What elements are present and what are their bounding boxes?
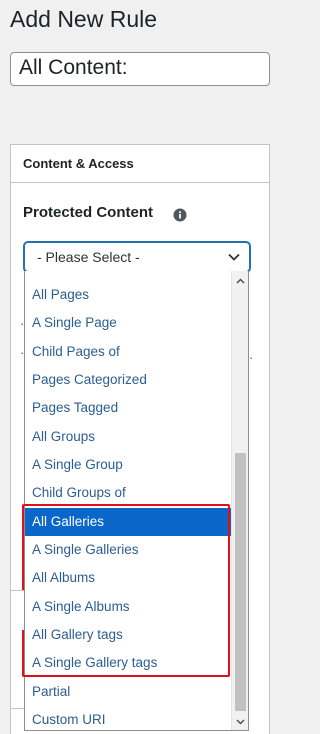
dropdown-option[interactable]: Pages Categorized xyxy=(25,366,232,394)
info-circle-icon[interactable] xyxy=(173,208,187,222)
dropdown-option[interactable]: A Single Gallery tags xyxy=(25,649,232,677)
chevron-down-icon xyxy=(228,253,240,261)
dropdown-option[interactable]: A Single Page xyxy=(25,309,232,337)
dropdown-option[interactable]: A Single Group xyxy=(25,451,232,479)
dropdown-option[interactable]: All Pages xyxy=(25,281,232,309)
dropdown-option-selected[interactable]: All Galleries xyxy=(25,507,232,536)
dropdown-option[interactable]: Child Pages of xyxy=(25,338,232,366)
dropdown-option[interactable]: Pages Tagged xyxy=(25,394,232,422)
page-title: Add New Rule xyxy=(10,6,158,32)
select-value: - Please Select - xyxy=(37,249,140,265)
dropdown-option[interactable]: All Groups xyxy=(25,423,232,451)
protected-content-label: Protected Content xyxy=(23,204,154,221)
hidden-content-fragment: · xyxy=(249,350,254,365)
postbox-header[interactable]: Content & Access xyxy=(11,145,269,183)
scrollbar-thumb[interactable] xyxy=(235,453,246,711)
dropdown-option[interactable]: Child Groups of xyxy=(25,479,232,507)
scroll-up-arrow-icon[interactable] xyxy=(236,278,245,284)
background-postbox-edge xyxy=(10,708,24,734)
dropdown-option[interactable]: A Single Galleries xyxy=(25,536,232,564)
dropdown-list: All Pages A Single Page Child Pages of P… xyxy=(25,281,232,730)
background-postbox-edge xyxy=(10,590,24,630)
protected-content-dropdown[interactable]: All Pages A Single Page Child Pages of P… xyxy=(24,271,249,731)
dropdown-option[interactable]: All Albums xyxy=(25,564,232,592)
rule-title-input[interactable]: All Content: xyxy=(10,52,270,86)
dropdown-scrollbar[interactable] xyxy=(231,271,248,730)
dropdown-option[interactable]: Custom URI xyxy=(25,706,232,730)
dropdown-option[interactable]: A Single Albums xyxy=(25,593,232,621)
protected-content-select[interactable]: - Please Select - xyxy=(24,242,250,272)
scroll-down-arrow-icon[interactable] xyxy=(236,719,245,725)
dropdown-option[interactable]: All Gallery tags xyxy=(25,621,232,649)
dropdown-option[interactable]: Partial xyxy=(25,678,232,706)
